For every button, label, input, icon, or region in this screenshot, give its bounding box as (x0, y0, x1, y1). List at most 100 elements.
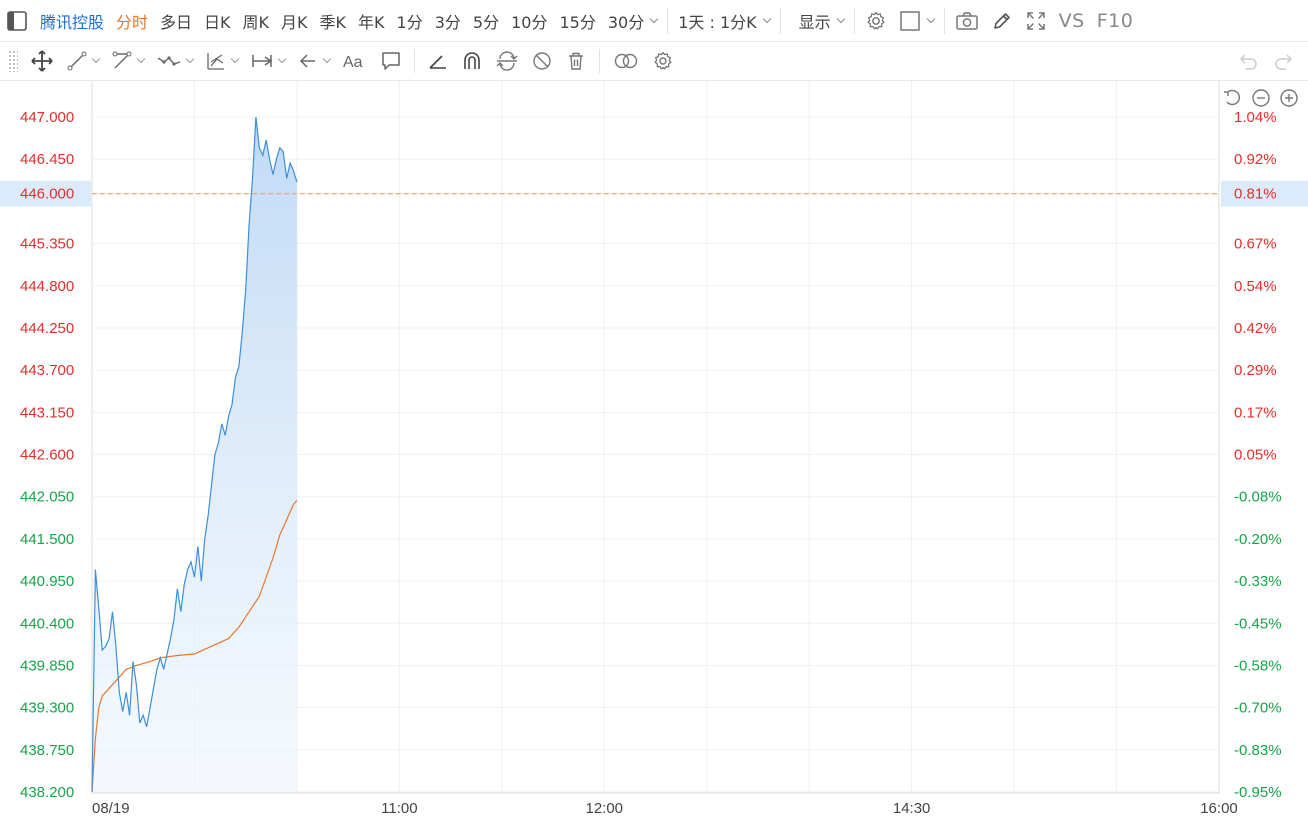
price-tick-label: 447.000 (20, 109, 74, 126)
price-tick-label: 440.950 (20, 573, 74, 590)
undo-icon[interactable] (1230, 42, 1266, 81)
angle-icon[interactable] (421, 42, 455, 81)
channel-tool[interactable] (199, 42, 244, 81)
channel-icon (207, 53, 224, 70)
chevron-down-icon (185, 54, 195, 64)
wave-tool[interactable] (150, 42, 199, 81)
price-tick-label: 441.500 (20, 531, 74, 548)
display-menu-label: 显示 (798, 12, 831, 32)
arrow-tool[interactable] (291, 42, 336, 81)
comment-icon[interactable] (374, 42, 408, 81)
settings-gear-icon[interactable] (859, 0, 893, 42)
percent-tick-label: -0.70% (1234, 700, 1282, 717)
price-tick-label: 440.400 (20, 615, 74, 632)
time-tick-label: 11:00 (381, 800, 417, 817)
arrow-left-icon (299, 54, 315, 68)
layout-select[interactable] (893, 0, 940, 42)
price-tick-label: 443.150 (20, 404, 74, 421)
polyline-tool[interactable] (105, 42, 150, 81)
percent-tick-label: 0.17% (1234, 404, 1277, 421)
period-tab-3min[interactable]: 3分 (429, 0, 467, 42)
compare-vs-button[interactable]: VS (1053, 0, 1091, 42)
svg-text:Aa: Aa (343, 54, 363, 71)
time-tick-label: 12:00 (585, 800, 623, 817)
trend-line-icon (67, 51, 87, 71)
range-select-label: 1天 : 1分K (678, 12, 757, 32)
price-tick-label: 439.300 (20, 700, 74, 717)
period-tab-intraday[interactable]: 分时 (110, 0, 154, 42)
period-tab-15min[interactable]: 15分 (553, 0, 601, 42)
magnet-icon[interactable] (455, 42, 489, 81)
percent-tick-label: 0.81% (1234, 186, 1277, 203)
trend-line-tool[interactable] (60, 42, 105, 81)
period-tab-daily[interactable]: 日K (198, 0, 237, 42)
chevron-down-icon (926, 14, 935, 23)
intraday-chart[interactable]: 447.000 446.450 446.000 445.350 444.800 444.2… (0, 81, 1308, 840)
toolbar-divider (943, 7, 945, 34)
price-tick-label: 438.750 (20, 742, 74, 759)
toolbar-divider (599, 49, 600, 73)
chevron-down-icon (649, 14, 659, 23)
sidebar-toggle-icon[interactable] (0, 0, 34, 42)
percent-tick-label: 0.92% (1234, 151, 1277, 168)
percent-tick-label: 0.42% (1234, 320, 1277, 337)
percent-tick-label: 0.29% (1234, 362, 1277, 379)
chevron-down-icon (322, 54, 332, 64)
toolbar-divider (414, 49, 415, 73)
percent-tick-label: -0.58% (1234, 657, 1282, 674)
toolbar-divider (667, 7, 669, 34)
period-dropdown-30min[interactable]: 30分 (602, 0, 663, 42)
drag-handle-icon[interactable] (8, 50, 18, 72)
fullscreen-icon[interactable] (1019, 0, 1053, 42)
stock-name[interactable]: 腾讯控股 (34, 0, 110, 42)
price-tick-label: 438.200 (20, 784, 74, 801)
price-tick-label: 446.000 (20, 186, 74, 203)
price-tick-label: 442.050 (20, 489, 74, 506)
percent-tick-label: -0.95% (1234, 784, 1282, 801)
time-tick-label: 16:00 (1200, 800, 1238, 817)
move-icon[interactable] (24, 42, 60, 81)
text-tool-icon[interactable]: Aa (336, 42, 374, 81)
chevron-down-icon (91, 54, 101, 64)
chevron-down-icon (762, 14, 771, 23)
chevron-down-icon (136, 54, 146, 64)
percent-tick-label: -0.45% (1234, 615, 1282, 632)
redo-icon[interactable] (1266, 42, 1302, 81)
time-tick-label: 14:30 (893, 800, 931, 817)
percent-tick-label: 0.67% (1234, 236, 1277, 253)
display-menu[interactable]: 显示 (785, 0, 850, 42)
period-tab-10min[interactable]: 10分 (505, 0, 553, 42)
period-tab-yearly[interactable]: 年K (352, 0, 391, 42)
chart-settings-gear-icon[interactable] (646, 42, 680, 81)
price-tick-label: 439.850 (20, 657, 74, 674)
price-tick-label: 445.350 (20, 236, 74, 253)
percent-tick-label: -0.08% (1234, 489, 1282, 506)
hide-drawings-icon[interactable] (525, 42, 559, 81)
percent-tick-label: -0.83% (1234, 742, 1282, 759)
measure-range-icon (252, 55, 273, 67)
polyline-icon (112, 51, 132, 69)
camera-icon[interactable] (949, 0, 985, 42)
period-tab-quarterly[interactable]: 季K (314, 0, 353, 42)
price-tick-label: 442.600 (20, 447, 74, 464)
price-tick-label: 443.700 (20, 362, 74, 379)
price-tick-label: 446.450 (20, 151, 74, 168)
pencil-icon[interactable] (985, 0, 1019, 42)
period-tab-1min[interactable]: 1分 (391, 0, 429, 42)
f10-button[interactable]: F10 (1091, 0, 1140, 42)
sync-drawings-icon[interactable] (489, 42, 525, 81)
trash-icon[interactable] (559, 42, 593, 81)
period-tab-multiday[interactable]: 多日 (154, 0, 198, 42)
overlay-compare-icon[interactable] (606, 42, 646, 81)
period-tab-monthly[interactable]: 月K (275, 0, 314, 42)
drawing-toolbar: Aa (0, 42, 1308, 81)
period-tab-5min[interactable]: 5分 (467, 0, 505, 42)
measure-tool[interactable] (244, 42, 291, 81)
range-select[interactable]: 1天 : 1分K (672, 0, 775, 42)
period-tab-weekly[interactable]: 周K (237, 0, 276, 42)
percent-tick-label: -0.33% (1234, 573, 1282, 590)
time-tick-label: 08/19 (92, 800, 130, 817)
square-icon (899, 10, 920, 31)
percent-axis: 1.04% 0.92% 0.81% 0.67% 0.54% 0.42% 0.29% 0.17%… (1221, 109, 1308, 801)
time-axis: 08/19 11:00 12:00 14:30 16:00 (92, 800, 1238, 817)
